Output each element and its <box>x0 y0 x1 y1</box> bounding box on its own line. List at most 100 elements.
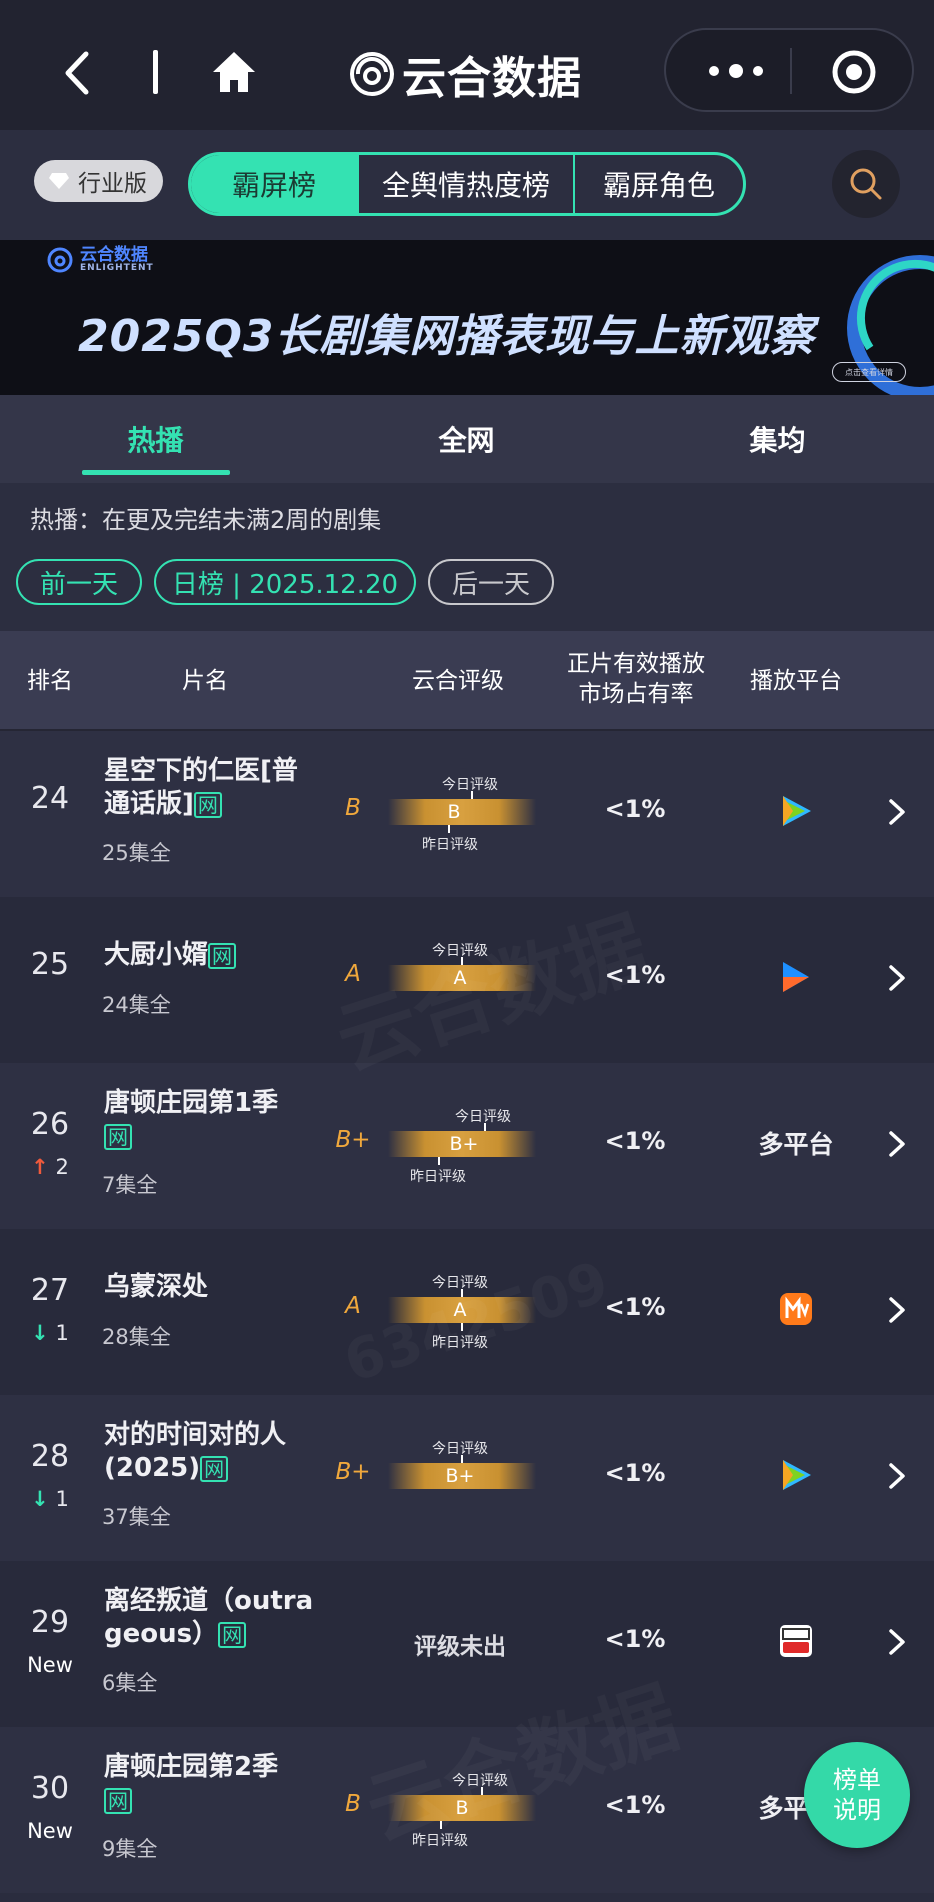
nav-separator <box>153 50 158 94</box>
header-rank: 排名 <box>27 668 73 694</box>
close-target-icon[interactable] <box>830 48 878 96</box>
rank-change-value: 1 <box>55 1321 69 1345</box>
back-arrow-icon[interactable] <box>58 48 98 98</box>
tencent-video-icon <box>783 796 811 826</box>
show-title[interactable]: 唐顿庄园第1季网 <box>104 1087 314 1153</box>
net-tag: 网 <box>104 1787 132 1814</box>
tab-screen-ranking[interactable]: 霸屏榜 <box>191 155 359 213</box>
net-tag: 网 <box>200 1455 229 1482</box>
banner-brand-cn: 云合数据 <box>80 245 148 265</box>
platform <box>744 1455 848 1495</box>
yesterday-grade-label: 昨日评级 <box>412 1833 468 1849</box>
grade-bar: B+ <box>388 1463 536 1489</box>
mini-program-capsule <box>664 28 914 112</box>
episode-count: 7集全 <box>102 1173 158 1197</box>
grade-letter: A <box>345 1293 361 1319</box>
chevron-right-icon[interactable] <box>886 1295 908 1325</box>
platform <box>744 1289 848 1329</box>
yesterday-grade-label: 昨日评级 <box>410 1169 466 1185</box>
table-row[interactable]: 29 New 离经叛道（outra geous）网 6集全 评级未出 <1% <box>0 1561 934 1727</box>
rank-change: ↓ 1 <box>20 1487 80 1511</box>
promo-banner[interactable]: 云合数据 ENLIGHTENT 2025Q3长剧集网播表现与上新观察 点击查看详… <box>0 240 934 395</box>
banner-brand-en: ENLIGHTENT <box>80 263 154 273</box>
chevron-right-icon[interactable] <box>886 1129 908 1159</box>
show-title-line2: geous） <box>104 1619 219 1649</box>
youku-icon <box>783 962 809 992</box>
chevron-right-icon[interactable] <box>886 797 908 827</box>
enlightent-logo-icon <box>47 247 73 273</box>
show-title[interactable]: 星空下的仁医[普 通话版] 网 <box>104 755 314 821</box>
grade-bar: B <box>388 799 536 825</box>
banner-detail-button[interactable]: 点击查看详情 <box>832 362 906 382</box>
platform <box>744 791 848 831</box>
mini-program-nav-bar: 云合数据 <box>0 0 934 130</box>
grade-bar: B <box>388 1795 536 1821</box>
platform-text: 多平台 <box>758 1130 834 1159</box>
app-title-group: 云合数据 <box>348 42 582 106</box>
grade-pending: 评级未出 <box>414 1634 506 1660</box>
tab-screen-roles[interactable]: 霸屏角色 <box>575 155 743 213</box>
show-title[interactable]: 离经叛道（outra geous）网 <box>104 1585 314 1651</box>
today-grade-label: 今日评级 <box>432 943 488 959</box>
show-title[interactable]: 乌蒙深处 <box>104 1271 314 1304</box>
table-row[interactable]: 25 大厨小婿网 24集全 A A 今日评级 <1% <box>0 897 934 1063</box>
more-dots-icon[interactable] <box>706 62 766 80</box>
home-icon[interactable] <box>210 48 258 96</box>
ranking-description: 热播：在更及完结未满2周的剧集 <box>30 506 382 534</box>
grade-bar: A <box>388 965 536 991</box>
grade-bar-value: B <box>447 801 461 823</box>
market-share: <1% <box>604 1791 666 1819</box>
tab-all-network[interactable]: 全网 <box>311 395 622 483</box>
rank-number: 28 <box>30 1439 70 1474</box>
capsule-separator <box>790 48 792 94</box>
episode-count: 9集全 <box>102 1837 158 1861</box>
rank-change: ↑ 2 <box>20 1155 80 1179</box>
chevron-right-icon[interactable] <box>886 1627 908 1657</box>
show-title[interactable]: 唐顿庄园第2季网 <box>104 1751 314 1817</box>
show-title-line1: 对的时间对的人 <box>104 1420 287 1450</box>
grade-bar-value: B+ <box>445 1465 475 1487</box>
show-title-line1: 大厨小婿 <box>104 940 209 970</box>
episode-count: 25集全 <box>102 841 171 865</box>
grade-bar: B+ <box>388 1131 536 1157</box>
episode-count: 6集全 <box>102 1671 158 1695</box>
table-header: 排名 片名 云合评级 正片有效播放 市场占有率 播放平台 <box>0 631 934 731</box>
edition-badge[interactable]: 行业版 <box>34 160 163 202</box>
table-row[interactable]: 28 ↓ 1 对的时间对的人 (2025) 网 37集全 B+ B+ 今日评级 <1… <box>0 1395 934 1561</box>
ranking-tabs: 霸屏榜 全舆情热度榜 霸屏角色 <box>188 152 746 216</box>
tab-per-episode[interactable]: 集均 <box>622 395 933 483</box>
enlightent-logo-icon <box>350 52 394 96</box>
show-title[interactable]: 大厨小婿网 <box>104 939 314 972</box>
table-row[interactable]: 24 星空下的仁医[普 通话版] 网 25集全 B B 今日评级 昨日评级 <1% <box>0 731 934 897</box>
prev-day-button[interactable]: 前一天 <box>16 559 142 605</box>
fab-line1: 榜单 <box>833 1766 881 1794</box>
header-share-line1: 正片有效播放 <box>567 651 705 677</box>
rank-number: 30 <box>30 1771 70 1806</box>
table-row[interactable]: 27 ↓ 1 乌蒙深处 28集全 A A 今日评级 昨日评级 <1% <box>0 1229 934 1395</box>
chevron-right-icon[interactable] <box>886 963 908 993</box>
active-tab-underline <box>82 470 230 475</box>
date-selector[interactable]: 日榜 | 2025.12.20 <box>154 559 416 605</box>
tab-public-opinion[interactable]: 全舆情热度榜 <box>359 155 575 213</box>
rank-change-value: 1 <box>55 1487 69 1511</box>
rank-new-badge: New <box>27 1653 73 1677</box>
up-arrow-icon: ↑ <box>31 1155 49 1179</box>
grade-bar-value: B+ <box>449 1133 479 1155</box>
ranking-explanation-button[interactable]: 榜单 说明 <box>804 1742 910 1848</box>
grade-letter: B <box>345 1791 361 1817</box>
chevron-right-icon[interactable] <box>886 1461 908 1491</box>
table-row[interactable]: 26 ↑ 2 唐顿庄园第1季网 7集全 B+ B+ 今日评级 昨日评级 <1% … <box>0 1063 934 1229</box>
yesterday-grade-label: 昨日评级 <box>432 1335 488 1351</box>
grade-letter: A <box>345 961 361 987</box>
search-button[interactable] <box>832 150 900 218</box>
table-row[interactable]: 30 New 唐顿庄园第2季网 9集全 B B 今日评级 昨日评级 <1% 多平… <box>0 1727 934 1893</box>
rank-new-badge: New <box>27 1819 73 1843</box>
net-tag: 网 <box>193 791 222 818</box>
next-day-button[interactable]: 后一天 <box>428 559 554 605</box>
grade-bar-value: B <box>455 1797 469 1819</box>
show-title[interactable]: 对的时间对的人 (2025) 网 <box>104 1419 314 1485</box>
ranking-selector-bar: 行业版 霸屏榜 全舆情热度榜 霸屏角色 <box>0 130 934 240</box>
show-title-line2: (2025) <box>104 1453 201 1483</box>
grade-bar: A <box>388 1297 536 1323</box>
sohu-video-icon <box>780 1625 812 1657</box>
